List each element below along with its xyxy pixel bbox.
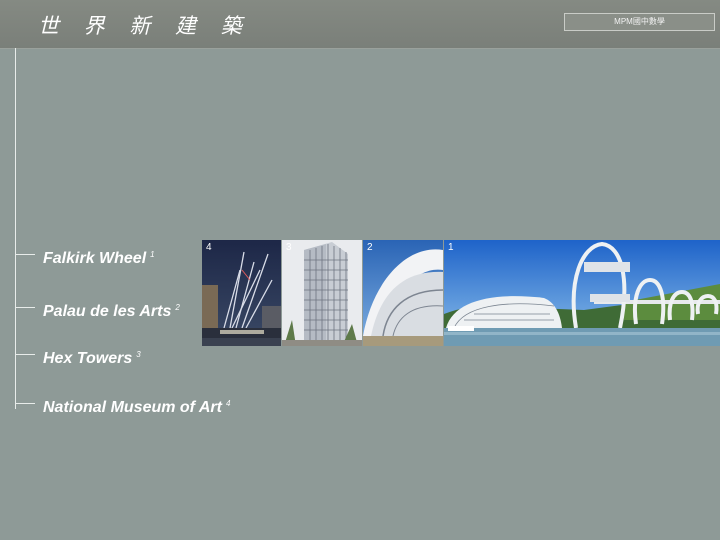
item-ref: 2 xyxy=(175,303,180,312)
item-ref: 3 xyxy=(136,350,141,359)
header-bar: 世 界 新 建 築 MPM國中數學 xyxy=(0,0,720,49)
item-title: Falkirk Wheel xyxy=(43,250,147,267)
item-ref: 4 xyxy=(225,399,231,408)
item-label: Hex Towers 3 xyxy=(43,344,141,370)
night-museum-image xyxy=(202,240,281,346)
item-title: Palau de les Arts xyxy=(43,303,172,320)
item-title: Hex Towers xyxy=(43,350,133,367)
item-title: National Museum of Art xyxy=(43,399,222,416)
photo-hex-towers[interactable]: 3 xyxy=(282,240,362,346)
falkirk-wheel-image xyxy=(444,240,720,346)
photo-national-museum-of-art[interactable]: 4 xyxy=(202,240,281,346)
page-title: 世 界 新 建 築 xyxy=(38,14,251,38)
palau-arts-image xyxy=(363,240,443,346)
connector-tick xyxy=(15,354,35,355)
photo-number: 1 xyxy=(448,242,454,253)
item-label: Palau de les Arts 2 xyxy=(43,297,180,323)
photo-strip: 4 3 2 1 xyxy=(202,240,720,346)
photo-number: 4 xyxy=(206,242,212,253)
hex-towers-image xyxy=(282,240,362,346)
source-badge: MPM國中數學 xyxy=(564,13,715,31)
photo-number: 3 xyxy=(286,242,292,253)
photo-falkirk-wheel[interactable]: 1 xyxy=(444,240,720,346)
item-label: National Museum of Art 4 xyxy=(43,393,230,419)
connector-tick xyxy=(15,307,35,308)
item-label: Falkirk Wheel 1 xyxy=(43,244,155,270)
photo-palau-de-les-arts[interactable]: 2 xyxy=(363,240,443,346)
item-ref: 1 xyxy=(150,250,155,259)
photo-number: 2 xyxy=(367,242,373,253)
connector-tick xyxy=(15,403,35,404)
connector-tick xyxy=(15,254,35,255)
